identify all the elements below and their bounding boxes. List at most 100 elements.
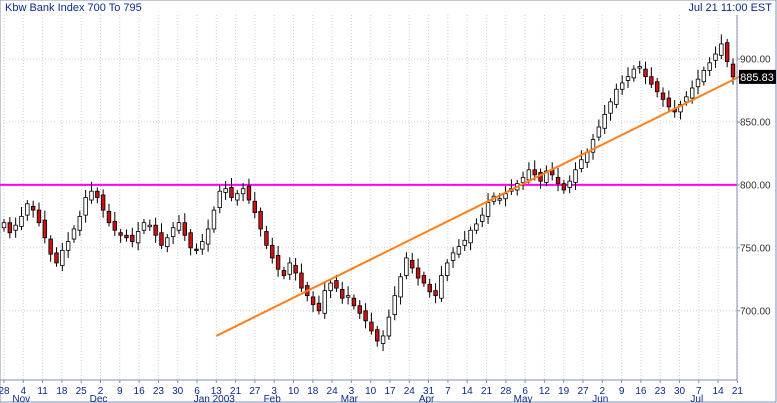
candle-body-up bbox=[65, 241, 71, 251]
y-tick-label: 900.00 bbox=[740, 55, 771, 66]
candle-body-down bbox=[532, 169, 537, 176]
candle-body-down bbox=[369, 321, 374, 332]
candle-body-up bbox=[689, 87, 695, 99]
candle-body-down bbox=[188, 232, 193, 249]
last-price-tag: 885.83 bbox=[739, 69, 776, 84]
x-tick-label: 14 bbox=[462, 386, 474, 397]
x-tick-label: 9 bbox=[117, 386, 123, 397]
x-tick-label: 10 bbox=[288, 386, 300, 397]
candle-body-up bbox=[205, 228, 211, 245]
candle-body-down bbox=[427, 283, 432, 293]
candle-body-up bbox=[456, 246, 462, 255]
month-label: Jul bbox=[690, 394, 703, 403]
candle-body-up bbox=[602, 114, 607, 129]
x-tick-label: 25 bbox=[76, 386, 88, 397]
candle-body-down bbox=[375, 329, 380, 342]
x-tick-label: 27 bbox=[249, 386, 261, 397]
candle-body-up bbox=[240, 188, 246, 195]
x-tick-label: 11 bbox=[37, 386, 48, 397]
candle-body-down bbox=[246, 185, 252, 201]
candle-body-down bbox=[654, 81, 660, 93]
candle-body-up bbox=[707, 62, 712, 71]
candle-body-up bbox=[701, 69, 707, 83]
candle-body-up bbox=[211, 209, 217, 230]
candle-body-up bbox=[1, 222, 7, 229]
candle-body-up bbox=[719, 43, 724, 56]
candle-body-up bbox=[235, 193, 240, 201]
candle-body-down bbox=[334, 280, 339, 289]
candle-body-up bbox=[450, 252, 456, 261]
candle-body-up bbox=[60, 249, 65, 266]
x-tick-label: 23 bbox=[153, 386, 165, 397]
x-tick-label: 18 bbox=[307, 386, 319, 397]
x-tick-label: 28 bbox=[500, 386, 512, 397]
candle-body-up bbox=[713, 53, 718, 61]
x-tick-label: 30 bbox=[172, 386, 184, 397]
candle-body-down bbox=[7, 222, 13, 234]
candle-body-down bbox=[100, 194, 106, 211]
candle-body-up bbox=[404, 257, 409, 276]
candle-body-up bbox=[345, 295, 351, 298]
candle-body-down bbox=[316, 302, 322, 312]
last-price-tag-text: 885.83 bbox=[740, 72, 774, 84]
candle-body-up bbox=[71, 228, 77, 240]
candle-body-up bbox=[637, 66, 642, 69]
candle-body-up bbox=[468, 229, 473, 244]
month-label: May bbox=[514, 394, 533, 403]
candle-body-down bbox=[299, 272, 304, 289]
candle-body-down bbox=[357, 305, 362, 314]
candle-body-down bbox=[415, 267, 421, 279]
x-tick-label: 9 bbox=[619, 386, 625, 397]
candle-body-up bbox=[631, 68, 637, 79]
candle-body-down bbox=[666, 97, 672, 108]
x-tick-label: 30 bbox=[674, 386, 686, 397]
y-tick-label: 700.00 bbox=[740, 306, 771, 317]
candle-body-down bbox=[724, 42, 730, 62]
candle-body-down bbox=[730, 63, 736, 78]
candle-body-down bbox=[159, 232, 164, 246]
chart-svg: Kbw Bank Index 700 To 795 Jul 21 11:00 E… bbox=[0, 0, 777, 403]
candle-body-up bbox=[83, 197, 88, 216]
candle-body-up bbox=[13, 224, 18, 231]
candle-body-up bbox=[526, 169, 532, 181]
candle-body-down bbox=[48, 238, 53, 255]
candle-body-down bbox=[30, 205, 36, 211]
candle-body-down bbox=[351, 297, 357, 307]
candle-body-up bbox=[573, 169, 578, 183]
x-tick-label: 18 bbox=[56, 386, 68, 397]
candle-body-up bbox=[200, 241, 205, 250]
x-tick-label: 24 bbox=[327, 386, 339, 397]
x-tick-label: 28 bbox=[0, 386, 10, 397]
candle-body-down bbox=[106, 210, 112, 224]
month-label: Jan 2003 bbox=[194, 394, 236, 403]
candle-body-up bbox=[170, 227, 176, 237]
candle-body-down bbox=[433, 290, 438, 297]
candle-body-up bbox=[445, 262, 450, 276]
candle-body-down bbox=[410, 260, 415, 269]
candle-body-down bbox=[54, 252, 59, 264]
x-tick-label: 17 bbox=[384, 386, 396, 397]
candle-body-down bbox=[252, 200, 257, 214]
x-tick-label: 14 bbox=[713, 386, 725, 397]
candle-body-up bbox=[619, 82, 625, 90]
x-tick-label: 23 bbox=[655, 386, 667, 397]
candle-body-up bbox=[398, 276, 403, 298]
candle-body-up bbox=[695, 78, 701, 88]
candle-body-up bbox=[176, 222, 182, 231]
candle-body-up bbox=[520, 176, 526, 183]
candle-body-down bbox=[36, 209, 42, 224]
x-tick-label: 7 bbox=[445, 386, 451, 397]
month-label: Apr bbox=[419, 394, 435, 403]
y-tick-label: 850.00 bbox=[740, 117, 771, 128]
month-label: Feb bbox=[264, 394, 282, 403]
candle-body-down bbox=[229, 187, 234, 198]
candle-body-down bbox=[293, 265, 298, 274]
candle-body-up bbox=[614, 88, 619, 105]
candle-body-up bbox=[287, 262, 292, 275]
month-label: Jun bbox=[592, 394, 608, 403]
candle-body-down bbox=[194, 248, 199, 252]
month-label: Nov bbox=[12, 394, 30, 403]
candle-body-up bbox=[439, 275, 444, 299]
candle-body-down bbox=[310, 296, 316, 305]
candle-body-up bbox=[567, 180, 572, 188]
